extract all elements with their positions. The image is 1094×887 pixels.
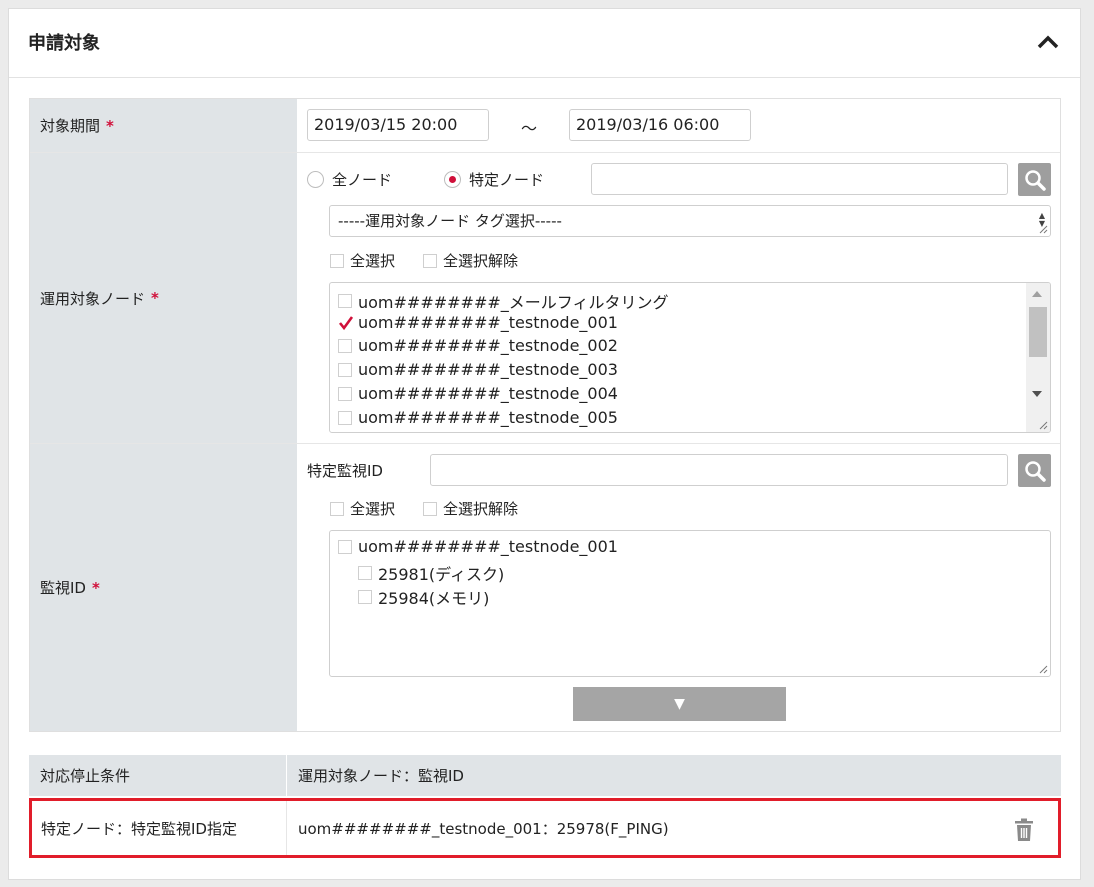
scroll-down-icon[interactable] <box>1032 391 1042 397</box>
search-icon <box>1024 460 1046 482</box>
monitor-value: 特定監視ID 全選択 全選択解除 uom########_testnode_00… <box>297 444 1060 731</box>
scroll-thumb[interactable] <box>1029 307 1047 357</box>
checkbox[interactable] <box>338 539 352 554</box>
checkbox[interactable] <box>330 253 344 268</box>
chevron-up-icon[interactable] <box>1036 34 1060 50</box>
nodes-select-all[interactable]: 全選択 <box>330 250 395 271</box>
period-start-input[interactable]: 2019/03/15 20:00 <box>307 109 489 141</box>
nodes-deselect-all[interactable]: 全選択解除 <box>423 250 518 271</box>
period-row: 対象期間 * 2019/03/15 20:00 ～ 2019/03/16 06:… <box>30 99 1060 152</box>
panel-header: 申請対象 <box>9 9 1080 78</box>
radio-circle[interactable] <box>307 171 324 188</box>
scroll-up-icon[interactable] <box>1032 291 1042 297</box>
monitor-label-text: 監視ID <box>40 579 86 597</box>
monitor-id-name: 25984(メモリ) <box>378 589 490 608</box>
resize-grip-icon[interactable] <box>1038 420 1048 430</box>
nodes-value: 全ノード 特定ノード -----運用対象ノード タグ選択----- ▲ ▼ 全選… <box>297 153 1060 443</box>
node-list-item[interactable]: uom########_メールフィルタリング <box>338 289 668 313</box>
tag-select[interactable]: -----運用対象ノード タグ選択----- ▲ ▼ <box>329 205 1051 237</box>
result-row: 特定ノード：特定監視ID指定 uom########_testnode_001：… <box>29 798 1061 858</box>
checkbox[interactable] <box>338 338 352 353</box>
monitor-deselect-all[interactable]: 全選択解除 <box>423 498 518 519</box>
panel-title: 申請対象 <box>28 33 100 54</box>
application-target-panel: 申請対象 対象期間 * 2019/03/15 20:00 ～ 2019/03/1… <box>8 8 1081 880</box>
tag-select-value: -----運用対象ノード タグ選択----- <box>338 212 562 230</box>
checkbox[interactable] <box>358 590 372 604</box>
monitor-search-button[interactable] <box>1018 454 1051 487</box>
node-list-item[interactable]: uom########_testnode_004 <box>338 384 618 403</box>
checkmark-icon[interactable] <box>338 315 354 331</box>
period-end-input[interactable]: 2019/03/16 06:00 <box>569 109 751 141</box>
result-table: 対応停止条件 運用対象ノード：監視ID 特定ノード：特定監視ID指定 uom##… <box>29 755 1061 858</box>
monitor-select-all[interactable]: 全選択 <box>330 498 395 519</box>
node-name: uom########_testnode_004 <box>358 384 618 403</box>
checkbox[interactable] <box>330 501 344 516</box>
monitor-search-label: 特定監視ID <box>307 462 383 480</box>
radio-all-label: 全ノード <box>332 171 393 189</box>
monitor-node-name: uom########_testnode_001 <box>358 537 618 556</box>
radio-circle-selected[interactable] <box>444 171 461 188</box>
node-name: uom########_testnode_001 <box>358 313 618 332</box>
form-table: 対象期間 * 2019/03/15 20:00 ～ 2019/03/16 06:… <box>29 98 1061 732</box>
radio-specific-nodes[interactable]: 特定ノード <box>444 169 544 190</box>
row-target: uom########_testnode_001：25978(F_PING) <box>298 819 669 838</box>
checkbox[interactable] <box>338 410 352 425</box>
required-mark: * <box>91 578 100 597</box>
deselect-all-label: 全選択解除 <box>443 500 519 518</box>
trash-icon[interactable] <box>1014 818 1034 842</box>
checkbox[interactable] <box>338 294 352 308</box>
node-name: uom########_testnode_005 <box>358 408 618 427</box>
period-value: 2019/03/15 20:00 ～ 2019/03/16 06:00 <box>297 99 1060 152</box>
radio-all-nodes[interactable]: 全ノード <box>307 169 392 190</box>
required-mark: * <box>106 116 114 135</box>
node-search-button[interactable] <box>1018 163 1051 196</box>
monitor-tree[interactable]: uom########_testnode_001 25981(ディスク) 259… <box>329 530 1051 677</box>
radio-specific-label: 特定ノード <box>469 171 545 189</box>
period-label-text: 対象期間 <box>40 117 101 135</box>
result-table-header: 対応停止条件 運用対象ノード：監視ID <box>29 755 1061 796</box>
node-name: uom########_testnode_003 <box>358 360 618 379</box>
nodes-label: 運用対象ノード * <box>30 153 297 443</box>
deselect-all-label: 全選択解除 <box>443 252 519 270</box>
node-search-input[interactable] <box>591 163 1008 195</box>
checkbox[interactable] <box>338 362 352 377</box>
checkbox[interactable] <box>358 566 372 580</box>
monitor-search-input[interactable] <box>430 454 1008 486</box>
monitor-id-name: 25981(ディスク) <box>378 565 505 584</box>
node-list-item[interactable]: uom########_testnode_003 <box>338 360 618 379</box>
row-condition: 特定ノード：特定監視ID指定 <box>32 801 287 855</box>
node-list[interactable]: uom########_メールフィルタリング uom########_testn… <box>329 282 1051 433</box>
nodes-label-text: 運用対象ノード <box>40 289 146 308</box>
search-icon <box>1024 169 1046 191</box>
period-separator: ～ <box>521 119 538 138</box>
period-label: 対象期間 * <box>30 99 297 152</box>
node-name: uom########_testnode_002 <box>358 336 618 355</box>
add-down-button[interactable]: ▼ <box>573 687 786 721</box>
header-condition: 対応停止条件 <box>29 755 287 796</box>
monitor-row: 監視ID * 特定監視ID 全選択 全選択解除 uom########_test… <box>30 443 1060 731</box>
resize-grip-icon[interactable] <box>1038 664 1048 674</box>
select-all-label: 全選択 <box>350 500 396 518</box>
checkbox[interactable] <box>423 501 437 516</box>
select-all-label: 全選択 <box>350 252 396 270</box>
monitor-label: 監視ID * <box>30 444 297 731</box>
monitor-tree-node[interactable]: uom########_testnode_001 <box>338 537 618 556</box>
nodes-row: 運用対象ノード * 全ノード 特定ノード -----運用対象ノード タグ選択--… <box>30 152 1060 443</box>
node-name: uom########_メールフィルタリング <box>358 293 669 312</box>
checkbox[interactable] <box>423 253 437 268</box>
node-list-scrollbar[interactable] <box>1026 283 1050 432</box>
monitor-tree-child[interactable]: 25984(メモリ) <box>358 585 489 609</box>
header-target: 運用対象ノード：監視ID <box>298 767 464 785</box>
node-list-item[interactable]: uom########_testnode_005 <box>338 408 618 427</box>
required-mark: * <box>151 289 159 307</box>
resize-grip-icon[interactable] <box>1038 224 1048 234</box>
node-list-item[interactable]: uom########_testnode_002 <box>338 336 618 355</box>
monitor-tree-child[interactable]: 25981(ディスク) <box>358 561 504 585</box>
checkbox[interactable] <box>338 386 352 401</box>
node-list-item[interactable]: uom########_testnode_001 <box>338 313 618 332</box>
